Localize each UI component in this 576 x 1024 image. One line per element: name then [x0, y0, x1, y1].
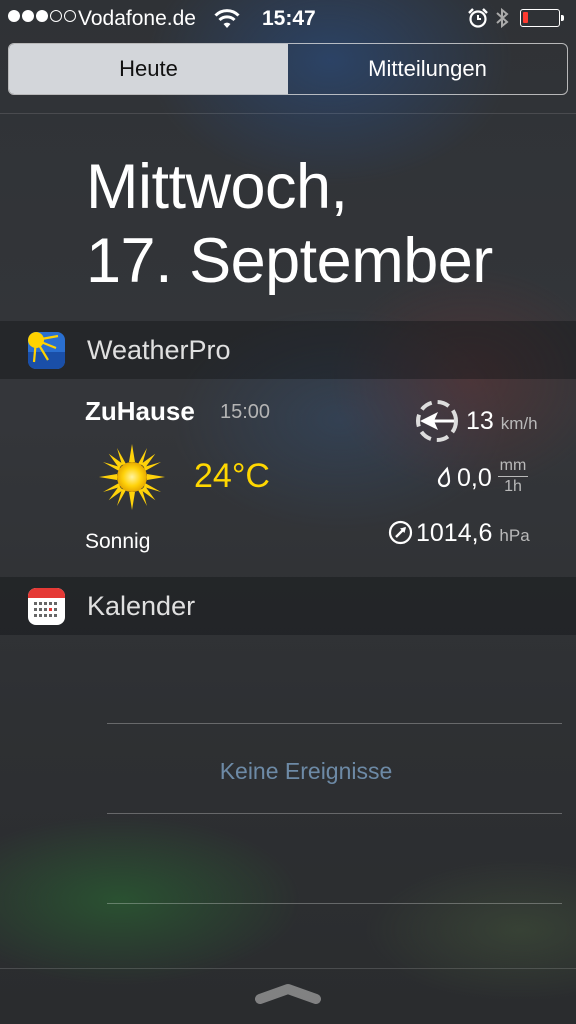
calendar-widget-header[interactable]: Kalender — [0, 577, 576, 635]
calendar-hour-line — [107, 813, 562, 814]
alarm-clock-icon — [467, 7, 489, 35]
precipitation-unit-bottom: 1h — [504, 478, 522, 495]
divider — [0, 968, 576, 969]
wifi-icon — [214, 8, 240, 36]
no-events-label: Keine Ereignisse — [219, 758, 393, 784]
pressure-value: 1014,6 — [416, 519, 493, 547]
carrier-name: Vodafone.de — [78, 7, 196, 30]
divider — [0, 113, 576, 114]
weather-condition: Sonnig — [85, 530, 151, 553]
weather-location: ZuHause — [85, 396, 195, 426]
calendar-app-icon — [28, 587, 65, 625]
clock-time: 15:47 — [262, 7, 316, 30]
tab-mitteilungen[interactable]: Mitteilungen — [288, 44, 567, 94]
view-segmented-control: Heute Mitteilungen — [8, 43, 568, 95]
pressure-gauge-icon — [388, 520, 413, 550]
raindrop-icon — [437, 466, 453, 493]
weather-time: 15:00 — [220, 401, 271, 423]
calendar-hour-line — [107, 723, 562, 724]
precipitation-unit: mm 1h — [498, 457, 528, 496]
calendar-hour-line — [107, 903, 562, 904]
status-bar: Vodafone.de 15:47 — [0, 0, 576, 38]
weather-temperature: 24°C — [194, 457, 270, 495]
wind-speed-value: 13 — [466, 407, 494, 435]
wind-speed-unit: km/h — [500, 414, 538, 433]
weekday-label: Mittwoch, — [86, 152, 348, 222]
weatherpro-app-icon — [28, 331, 65, 369]
date-label: 17. September — [86, 226, 493, 296]
chevron-up-handle-icon[interactable] — [254, 979, 322, 1012]
signal-strength-icon — [8, 10, 76, 22]
weatherpro-widget-header[interactable]: WeatherPro — [0, 321, 576, 379]
weatherpro-title: WeatherPro — [87, 334, 231, 365]
pressure: 1014,6 hPa — [416, 519, 530, 548]
wind-speed: 13 km/h — [466, 407, 538, 436]
wind-direction-icon — [414, 398, 460, 449]
tab-heute[interactable]: Heute — [9, 44, 288, 94]
battery-icon — [520, 9, 564, 27]
calendar-title: Kalender — [87, 590, 196, 621]
bluetooth-icon — [494, 6, 510, 36]
precipitation-unit-top: mm — [498, 457, 528, 477]
date-heading: Mittwoch, 17. September — [86, 150, 493, 298]
pressure-unit: hPa — [499, 526, 530, 545]
sun-icon — [99, 444, 165, 515]
precipitation-value: 0,0 — [457, 464, 492, 492]
battery-level-fill — [523, 12, 528, 23]
